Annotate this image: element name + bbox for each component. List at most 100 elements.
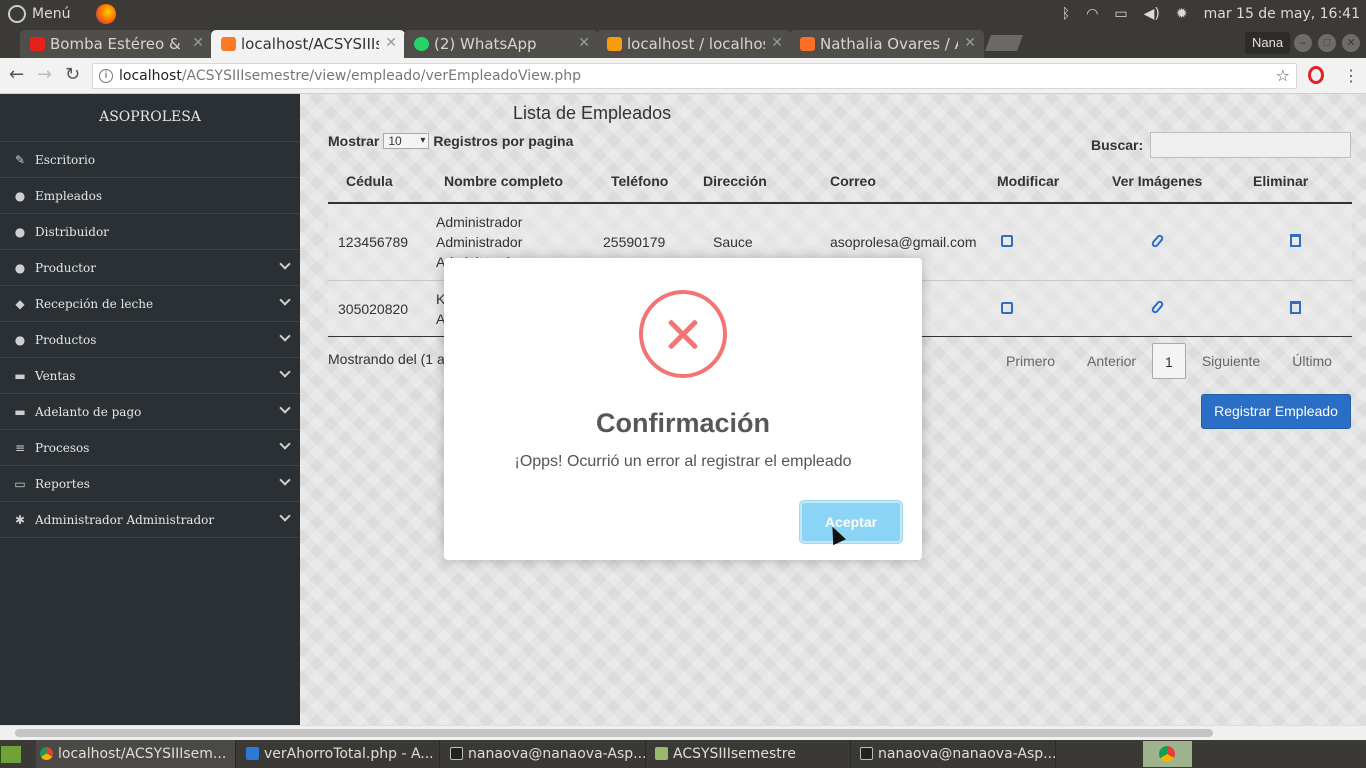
gear-icon: ✱ [14,512,26,527]
register-employee-button[interactable]: Registrar Empleado [1201,394,1351,429]
taskbar-item[interactable]: nanaova@nanaova-Asp... [446,740,646,768]
money-icon: ▬ [14,404,26,419]
chevron-down-icon[interactable] [279,402,291,414]
url-input[interactable]: i localhost/ACSYSIIIsemestre/view/emplea… [92,63,1297,89]
taskbar-item[interactable]: ACSYSIIIsemestre [651,740,851,768]
browser-tab-active[interactable]: localhost/ACSYSIIIs ✕ [211,30,405,58]
edit-icon[interactable] [1001,235,1013,247]
wifi-icon[interactable]: ◠ [1086,6,1098,22]
column-header[interactable]: Teléfono [593,173,703,189]
taskbar-label: nanaova@nanaova-Asp... [878,746,1056,762]
table-info: Mostrando del (1 a [328,351,445,367]
close-icon[interactable]: ✕ [578,35,590,51]
taskbar-item[interactable]: verAhorroTotal.php - A... [242,740,440,768]
profile-label[interactable]: Nana [1245,32,1291,54]
maximize-icon[interactable]: □ [1318,34,1336,52]
accept-button[interactable]: Aceptar [800,501,902,543]
tab-title: localhost / localhos [627,35,765,53]
search-input[interactable] [1150,132,1351,158]
sidebar-item[interactable]: ● Distribuidor [0,214,300,250]
cell-modificar [997,234,1112,250]
sidebar-item[interactable]: ◆ Recepción de leche [0,286,300,322]
chevron-down-icon[interactable] [279,330,291,342]
browser-tab[interactable]: localhost / localhos ✕ [597,30,791,58]
trash-icon[interactable] [1290,234,1301,247]
trash-icon[interactable] [1290,300,1301,314]
show-desktop-icon[interactable] [0,745,22,764]
sidebar-item[interactable]: ▬ Ventas [0,358,300,394]
column-header[interactable]: Ver Imágenes [1110,173,1249,189]
close-window-icon[interactable]: ✕ [1342,34,1360,52]
chevron-down-icon[interactable] [279,438,291,450]
chevron-down-icon[interactable] [279,510,291,522]
sidebar-item[interactable]: ≡ Procesos [0,430,300,466]
bluetooth-icon[interactable]: ᛒ [1062,6,1070,22]
new-tab-button[interactable] [985,35,1023,51]
chevron-down-icon[interactable] [279,474,291,486]
pager-current[interactable]: 1 [1152,343,1186,379]
xampp-icon [221,37,236,51]
forward-icon[interactable]: → [37,64,52,85]
sidebar-item[interactable]: ● Empleados [0,178,300,214]
chevron-down-icon[interactable] [279,294,291,306]
battery-icon[interactable]: ▭ [1114,6,1127,22]
sidebar-item[interactable]: ▬ Adelanto de pago [0,394,300,430]
back-icon[interactable]: ← [9,64,24,85]
pager-next[interactable]: Siguiente [1186,343,1276,379]
minimize-icon[interactable]: – [1294,34,1312,52]
edit-icon[interactable] [1001,301,1013,314]
chevron-down-icon[interactable] [279,366,291,378]
reload-icon[interactable]: ↻ [65,64,80,85]
pager-prev[interactable]: Anterior [1071,343,1152,379]
horizontal-scrollbar[interactable] [0,725,1366,740]
column-header[interactable]: Modificar [995,173,1110,189]
settings-icon[interactable]: ✹ [1176,6,1188,22]
browser-tab[interactable]: Bomba Estéreo & ✕ [20,30,212,58]
column-header[interactable]: Dirección [703,173,820,189]
close-icon[interactable]: ✕ [192,35,204,51]
opera-icon[interactable] [1308,66,1324,84]
dialog-message: ¡Opps! Ocurrió un error al registrar el … [514,453,852,470]
taskbar-item[interactable]: localhost/ACSYSIIIsem... [36,740,236,768]
firefox-icon[interactable] [96,4,117,24]
browser-tab[interactable]: (2) WhatsApp ✕ [404,30,598,58]
sidebar-item[interactable]: ● Productor [0,250,300,286]
pager-last[interactable]: Último [1276,343,1348,379]
sidebar-item[interactable]: ● Productos [0,322,300,358]
paperclip-icon[interactable] [1150,299,1165,315]
info-icon[interactable]: i [99,69,113,83]
column-header[interactable]: Cédula [328,173,436,189]
chevron-down-icon[interactable] [279,258,291,270]
column-header[interactable]: Correo [820,173,995,189]
browser-tab[interactable]: Nathalia Ovares / A ✕ [790,30,984,58]
clock[interactable]: mar 15 de may, 16:41 [1204,6,1360,22]
bookmark-star-icon[interactable]: ☆ [1276,64,1290,88]
cell-eliminar [1251,300,1344,317]
close-icon[interactable]: ✕ [964,35,976,51]
sidebar-item[interactable]: ▭ Reportes [0,466,300,502]
page-length-select[interactable]: 10 [383,133,430,149]
column-header[interactable]: Nombre completo [436,171,593,191]
menu-icon[interactable] [8,5,26,23]
cell-modificar [997,301,1112,317]
taskbar-item[interactable]: nanaova@nanaova-Asp... [856,740,1056,768]
taskbar-chrome-launcher[interactable] [1143,741,1192,767]
user-icon: ● [14,224,26,239]
cell-cedula: 305020820 [338,300,409,317]
pager-first[interactable]: Primero [990,343,1071,379]
dialog-title: Confirmación [595,408,770,438]
sidebar-brand[interactable]: ASOPROLESA [0,94,300,142]
terminal-icon [860,747,873,760]
column-header[interactable]: Eliminar [1249,173,1342,189]
close-icon[interactable]: ✕ [385,35,397,51]
sidebar-item[interactable]: ✎ Escritorio [0,142,300,178]
menu-label[interactable]: Menú [32,6,70,22]
close-icon[interactable]: ✕ [771,35,783,51]
sidebar-item[interactable]: ✱ Administrador Administrador [0,502,300,538]
volume-icon[interactable]: ◀) [1144,6,1160,22]
gitlab-icon [800,37,815,51]
scrollbar-thumb[interactable] [15,729,1213,737]
error-x-icon [639,290,727,378]
paperclip-icon[interactable] [1150,232,1165,249]
browser-menu-icon[interactable]: ⋮ [1343,66,1359,86]
